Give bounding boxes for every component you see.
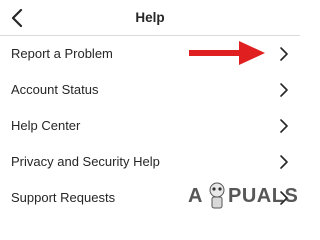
menu-item-label: Report a Problem — [11, 46, 113, 61]
menu-item-privacy-and-security-help[interactable]: Privacy and Security Help — [0, 144, 300, 180]
annotation-arrow — [189, 41, 265, 65]
chevron-right-icon — [280, 119, 288, 133]
menu-item-label: Support Requests — [11, 190, 116, 205]
watermark-letter: A — [188, 185, 203, 207]
chevron-right-icon — [280, 83, 288, 97]
top-bar: Help — [0, 0, 300, 36]
watermark: A PUALS — [188, 179, 298, 215]
menu-item-help-center[interactable]: Help Center — [0, 108, 300, 144]
mascot-logo — [209, 182, 225, 209]
page-title: Help — [135, 10, 165, 25]
menu-item-label: Privacy and Security Help — [11, 154, 160, 169]
watermark-text: PUALS — [228, 185, 299, 207]
chevron-right-icon — [280, 155, 288, 169]
menu-item-label: Account Status — [11, 82, 99, 97]
menu-item-account-status[interactable]: Account Status — [0, 72, 300, 108]
chevron-right-icon — [280, 47, 288, 61]
menu-item-label: Help Center — [11, 118, 81, 133]
